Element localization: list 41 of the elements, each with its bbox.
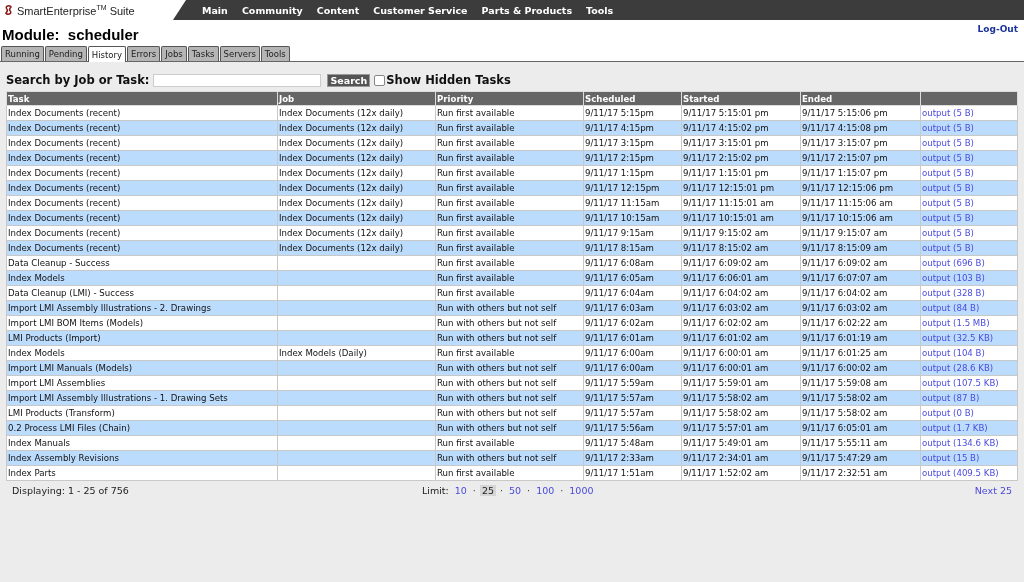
limit-link[interactable]: 50 xyxy=(507,485,524,496)
checkbox-label: Show Hidden Tasks xyxy=(386,73,511,87)
tab[interactable]: Errors xyxy=(127,46,161,61)
separator-dot: · xyxy=(500,485,503,496)
column-header[interactable]: Scheduled xyxy=(583,91,682,106)
nav-link[interactable]: Community xyxy=(241,4,303,16)
tab[interactable]: Running xyxy=(1,46,44,61)
column-header[interactable]: Started xyxy=(681,91,801,106)
limit-label: Limit: xyxy=(422,485,449,496)
column-header[interactable]: Ended xyxy=(800,91,921,106)
module-title: Module: scheduler xyxy=(2,26,139,43)
nav-link[interactable]: Tools xyxy=(586,4,614,16)
column-header[interactable]: Priority xyxy=(435,91,584,106)
checkbox[interactable] xyxy=(374,74,386,86)
display-count: Displaying: 1 - 25 of 756 xyxy=(12,485,130,496)
tab[interactable]: Tools xyxy=(260,46,290,61)
next-link[interactable]: Next 25 xyxy=(974,485,1012,496)
limit-link[interactable]: 1000 xyxy=(567,485,596,496)
nav-link[interactable]: Customer Service xyxy=(373,4,468,16)
separator-dot: · xyxy=(527,485,531,496)
search-button[interactable]: Search xyxy=(327,73,371,87)
search-label: Search by Job or Task: xyxy=(6,73,150,87)
nav-link[interactable]: Main xyxy=(202,4,228,16)
brand-name: SmartEnterprise$^{TM}$ Suite xyxy=(17,3,135,17)
limit-link[interactable]: 100 xyxy=(534,485,557,496)
column-header[interactable]: Job xyxy=(277,91,436,106)
nav-link[interactable]: Content xyxy=(316,4,360,16)
separator-dot: · xyxy=(560,485,564,496)
separator-dot: · xyxy=(472,485,476,496)
limit-link[interactable]: 25 xyxy=(479,485,496,496)
column-header[interactable]: Task xyxy=(6,91,278,106)
logo-icon xyxy=(4,4,13,16)
tab[interactable]: Pending xyxy=(44,46,87,61)
tab[interactable]: Servers xyxy=(219,46,260,61)
limit-link[interactable]: 10 xyxy=(452,485,469,496)
nav-link[interactable]: Parts & Products xyxy=(481,4,573,16)
tab[interactable]: Jobs xyxy=(161,46,187,61)
search-field[interactable] xyxy=(153,73,322,87)
tab[interactable]: Tasks xyxy=(187,46,219,61)
tab[interactable]: History xyxy=(87,46,127,62)
logout-link[interactable]: Log-Out xyxy=(977,24,1018,34)
